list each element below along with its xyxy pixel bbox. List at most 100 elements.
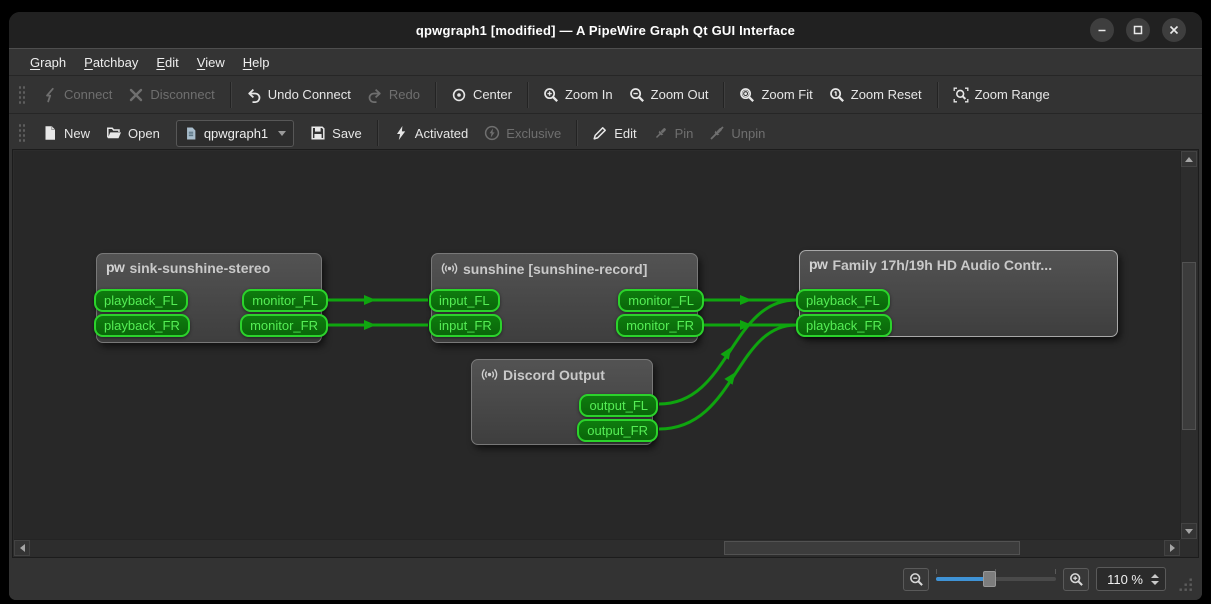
toolbar-drag-handle[interactable] [18, 84, 25, 106]
minimize-icon [1094, 22, 1110, 38]
horizontal-scrollbar[interactable] [14, 539, 1180, 556]
scroll-down-icon [1185, 529, 1193, 534]
zoom-slider-fill [936, 577, 988, 581]
menu-patchbay[interactable]: Patchbay [75, 52, 147, 73]
zoom-fit-button[interactable]: Zoom Fit [731, 83, 820, 107]
vertical-scrollbar[interactable] [1180, 151, 1197, 539]
menu-help[interactable]: Help [234, 52, 279, 73]
scroll-right-icon [1170, 544, 1175, 552]
zoom-out-button[interactable]: Zoom Out [621, 83, 717, 107]
edit-pencil-icon [592, 125, 608, 141]
statusbar: 110 % [9, 558, 1202, 600]
zoom-reset-icon [829, 87, 845, 103]
minimize-button[interactable] [1090, 18, 1114, 42]
zoom-range-icon [953, 87, 969, 103]
unpin-icon [709, 125, 725, 141]
edit-button[interactable]: Edit [584, 121, 644, 145]
toolbar-separator [435, 82, 436, 108]
menu-view[interactable]: View [188, 52, 234, 73]
maximize-button[interactable] [1126, 18, 1150, 42]
slider-tick [936, 569, 937, 574]
patchbay-file-icon [184, 126, 198, 141]
toolbar-separator [723, 82, 724, 108]
exclusive-toggle[interactable]: Exclusive [476, 121, 569, 145]
new-button[interactable]: New [34, 121, 98, 145]
zoom-out-icon [629, 87, 645, 103]
zoom-value: 110 % [1097, 572, 1149, 587]
zoom-in-icon [1069, 572, 1084, 587]
pin-button[interactable]: Pin [645, 121, 702, 145]
scrollbar-corner [1180, 539, 1197, 556]
toolbar-drag-handle[interactable] [18, 122, 25, 144]
window-controls [1090, 18, 1186, 42]
pin-icon [653, 125, 669, 141]
spin-up-icon [1151, 574, 1159, 578]
center-button[interactable]: Center [443, 83, 520, 107]
graph-canvas-frame: pw sink-sunshine-stereo playback_FL play… [12, 149, 1199, 558]
titlebar[interactable]: qpwgraph1 [modified] — A PipeWire Graph … [9, 12, 1202, 48]
scroll-left-icon [20, 544, 25, 552]
wire-arrowhead [364, 295, 376, 305]
wire-arrowhead [364, 320, 376, 330]
toolbar-separator [377, 120, 378, 146]
connect-icon [42, 87, 58, 103]
zoom-range-button[interactable]: Zoom Range [945, 83, 1058, 107]
save-button[interactable]: Save [302, 121, 370, 145]
new-file-icon [42, 125, 58, 141]
graph-canvas[interactable]: pw sink-sunshine-stereo playback_FL play… [14, 151, 1180, 539]
scroll-up-button[interactable] [1181, 151, 1197, 167]
menu-graph[interactable]: Graph [21, 52, 75, 73]
zoom-fit-icon [739, 87, 755, 103]
toolbar-separator [576, 120, 577, 146]
zoom-out-icon [909, 572, 924, 587]
connect-button[interactable]: Connect [34, 83, 120, 107]
wire-output-fr-to-playback-fr[interactable] [659, 325, 796, 429]
toolbar-separator [230, 82, 231, 108]
window-title: qpwgraph1 [modified] — A PipeWire Graph … [416, 23, 795, 38]
chevron-down-icon [278, 131, 286, 136]
resize-grip[interactable] [1179, 578, 1193, 592]
open-button[interactable]: Open [98, 121, 168, 145]
spinbox-arrows[interactable] [1149, 574, 1165, 585]
undo-connect-button[interactable]: Undo Connect [238, 83, 359, 107]
maximize-icon [1130, 22, 1146, 38]
toolbar-separator [937, 82, 938, 108]
graph-toolbar: Connect Disconnect Undo Connect Redo Cen… [9, 75, 1202, 113]
scroll-left-button[interactable] [14, 540, 30, 556]
spin-down-icon [1151, 581, 1159, 585]
horizontal-scrollbar-thumb[interactable] [724, 541, 1020, 555]
zoom-in-icon [543, 87, 559, 103]
disconnect-button[interactable]: Disconnect [120, 83, 222, 107]
menu-edit[interactable]: Edit [147, 52, 187, 73]
zoom-slider-handle[interactable] [983, 571, 996, 587]
redo-icon [367, 87, 383, 103]
scroll-up-icon [1185, 157, 1193, 162]
activated-toggle[interactable]: Activated [385, 121, 476, 145]
open-folder-icon [106, 125, 122, 141]
menubar: Graph Patchbay Edit View Help [9, 48, 1202, 75]
slider-tick [1055, 569, 1056, 574]
connection-wires [14, 151, 1180, 539]
disconnect-icon [128, 87, 144, 103]
wire-arrowhead [740, 295, 752, 305]
patchbay-file-select[interactable]: qpwgraph1 [176, 120, 294, 147]
vertical-scrollbar-thumb[interactable] [1182, 262, 1196, 430]
patchbay-toolbar: New Open qpwgraph1 Save Activated Exclus… [9, 113, 1202, 152]
toolbar-separator [527, 82, 528, 108]
zoom-in-button[interactable]: Zoom In [535, 83, 621, 107]
scroll-down-button[interactable] [1181, 523, 1197, 539]
exclusive-bolt-icon [484, 125, 500, 141]
zoom-slider[interactable] [936, 569, 1056, 589]
unpin-button[interactable]: Unpin [701, 121, 773, 145]
redo-button[interactable]: Redo [359, 83, 428, 107]
scroll-right-button[interactable] [1164, 540, 1180, 556]
statusbar-zoom-in-button[interactable] [1063, 568, 1089, 591]
close-icon [1166, 22, 1182, 38]
zoom-reset-button[interactable]: Zoom Reset [821, 83, 930, 107]
statusbar-zoom-out-button[interactable] [903, 568, 929, 591]
close-button[interactable] [1162, 18, 1186, 42]
zoom-spinbox[interactable]: 110 % [1096, 567, 1166, 591]
patchbay-file-name: qpwgraph1 [204, 126, 268, 141]
qpwgraph-window: qpwgraph1 [modified] — A PipeWire Graph … [9, 12, 1202, 600]
desktop: { "window": { "title": "qpwgraph1 [modif… [0, 0, 1211, 604]
